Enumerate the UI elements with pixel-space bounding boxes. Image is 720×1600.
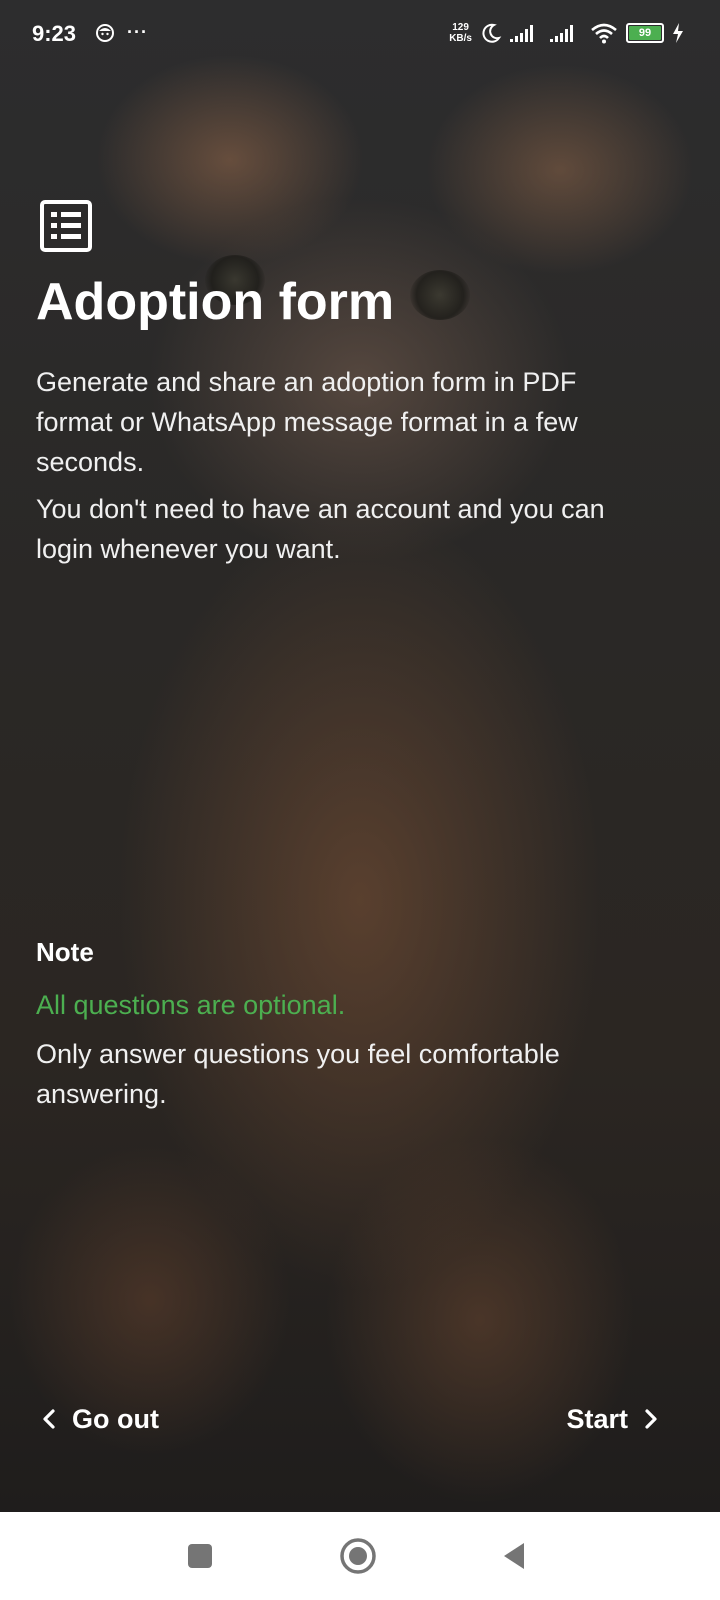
signal-icon [550, 25, 573, 42]
chevron-right-icon [645, 1409, 657, 1429]
charging-icon [673, 23, 683, 43]
page-title: Adoption form [36, 273, 395, 331]
network-speed: 129 KB/s [449, 22, 472, 44]
note-heading: Note [36, 937, 94, 967]
more-notifications-icon: ··· [127, 22, 148, 42]
form-list-icon [40, 200, 92, 252]
triangle-back-icon [504, 1543, 524, 1569]
go-out-label: Go out [72, 1403, 159, 1434]
background-detail [410, 270, 470, 320]
circle-icon [340, 1538, 376, 1574]
status-notification-icons: ··· [95, 22, 148, 43]
status-bar: 9:23 ··· 129 KB/s 99 [0, 0, 720, 70]
square-icon [188, 1544, 212, 1568]
start-label: Start [566, 1403, 628, 1434]
note-highlight: All questions are optional. [36, 990, 346, 1020]
battery-level: 99 [638, 27, 652, 39]
wifi-icon [591, 23, 617, 44]
recents-button[interactable] [178, 1534, 222, 1578]
network-speed-unit: KB/s [449, 33, 472, 44]
account-description: You don't need to have an account and yo… [36, 494, 605, 564]
go-out-button[interactable]: Go out [40, 1397, 159, 1441]
home-button[interactable] [336, 1534, 380, 1578]
background-cat-photo [0, 0, 720, 1512]
system-navigation-bar [0, 1512, 720, 1600]
status-time: 9:23 [32, 21, 77, 46]
signal-icon [510, 25, 533, 42]
start-button[interactable]: Start [566, 1397, 660, 1441]
note-text: Only answer questions you feel comfortab… [36, 1039, 560, 1109]
battery-indicator: 99 [626, 23, 664, 43]
chevron-left-icon [43, 1409, 55, 1429]
network-speed-value: 129 [452, 22, 469, 33]
back-button[interactable] [492, 1534, 536, 1578]
face-icon [96, 23, 114, 42]
status-system-icons: 129 KB/s 99 [449, 22, 684, 44]
moon-icon [482, 23, 502, 43]
page-description: Generate and share an adoption form in P… [36, 367, 578, 477]
